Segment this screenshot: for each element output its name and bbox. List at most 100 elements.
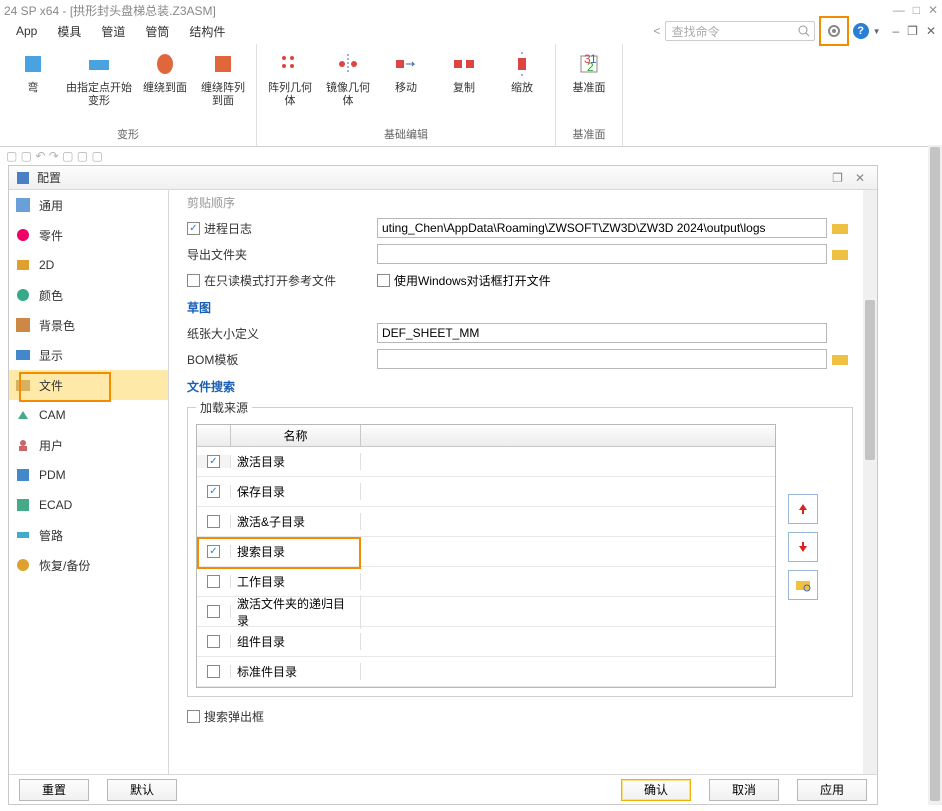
dropdown-icon[interactable]: ▼ <box>873 27 881 36</box>
mdi-close[interactable]: ✕ <box>924 24 938 38</box>
row-checkbox[interactable] <box>207 575 220 588</box>
window-controls: — □ ✕ <box>893 3 938 17</box>
sidebar-item-part[interactable]: 零件 <box>9 220 168 250</box>
table-row[interactable]: 工作目录 <box>197 567 775 597</box>
log-path-input[interactable] <box>377 218 827 238</box>
section-sketch: 草图 <box>187 299 853 316</box>
sidebar-item-ecad[interactable]: ECAD <box>9 490 168 520</box>
sidebar-item-general[interactable]: 通用 <box>9 190 168 220</box>
menu-pipe[interactable]: 管道 <box>91 23 135 40</box>
load-source-legend: 加载来源 <box>196 399 252 416</box>
table-row[interactable]: 激活&子目录 <box>197 507 775 537</box>
ok-button[interactable]: 确认 <box>621 779 691 801</box>
cancel-button[interactable]: 取消 <box>709 779 779 801</box>
reset-button[interactable]: 重置 <box>19 779 89 801</box>
dialog-title: 配置 <box>37 169 826 186</box>
apply-button[interactable]: 应用 <box>797 779 867 801</box>
sidebar-item-backup[interactable]: 恢复/备份 <box>9 550 168 580</box>
row-checkbox[interactable] <box>207 545 220 558</box>
maximize-icon[interactable]: □ <box>913 3 920 17</box>
ribbon-datum-plane[interactable]: 312基准面 <box>560 46 618 97</box>
ribbon-array-geom[interactable]: 阵列几何体 <box>261 46 319 110</box>
row-label: 激活文件夹的递归目录 <box>231 595 361 629</box>
sidebar-item-color[interactable]: 颜色 <box>9 280 168 310</box>
row-checkbox[interactable] <box>207 665 220 678</box>
table-header: 名称 <box>197 425 775 447</box>
sidebar-item-piping[interactable]: 管路 <box>9 520 168 550</box>
row-label: 标准件目录 <box>231 663 361 680</box>
table-row[interactable]: 组件目录 <box>197 627 775 657</box>
dialog-close-icon[interactable]: ✕ <box>849 171 871 185</box>
ribbon-mirror-geom[interactable]: 镜像几何体 <box>319 46 377 110</box>
row-checkbox[interactable] <box>207 605 220 618</box>
search-icon <box>798 25 810 37</box>
ribbon-scale[interactable]: 缩放 <box>493 46 551 110</box>
table-row[interactable]: 激活目录 <box>197 447 775 477</box>
row-search-popup: 搜索弹出框 <box>187 703 853 729</box>
move-up-button[interactable] <box>788 494 818 524</box>
row-label: 激活目录 <box>231 453 361 470</box>
menu-mold[interactable]: 模具 <box>47 23 91 40</box>
dialog-restore-icon[interactable]: ❐ <box>826 171 849 185</box>
sidebar-item-2d[interactable]: 2D <box>9 250 168 280</box>
mdi-restore[interactable]: ❐ <box>905 24 920 38</box>
sidebar-item-user[interactable]: 用户 <box>9 430 168 460</box>
log-checkbox[interactable] <box>187 222 200 235</box>
settings-button[interactable] <box>819 16 849 46</box>
row-checkbox[interactable] <box>207 515 220 528</box>
folder-icon[interactable] <box>832 353 848 365</box>
row-checkbox[interactable] <box>207 455 220 468</box>
ribbon-wrap-array[interactable]: 缠绕阵列到面 <box>194 46 252 110</box>
content-scrollbar[interactable] <box>863 190 877 774</box>
ecad-icon <box>15 497 31 513</box>
config-dialog: 配置 ❐ ✕ 通用 零件 2D 颜色 背景色 显示 文件 CAM 用户 PDM … <box>8 165 878 805</box>
config-sidebar: 通用 零件 2D 颜色 背景色 显示 文件 CAM 用户 PDM ECAD 管路… <box>9 190 169 774</box>
table-row[interactable]: 保存目录 <box>197 477 775 507</box>
user-icon <box>15 437 31 453</box>
table-row[interactable]: 标准件目录 <box>197 657 775 687</box>
folder-icon[interactable] <box>832 248 848 260</box>
ribbon-deform-point[interactable]: 由指定点开始变形 <box>62 46 136 110</box>
dialog-titlebar: 配置 ❐ ✕ <box>9 166 877 190</box>
help-button[interactable]: ? <box>853 23 869 39</box>
row-checkbox[interactable] <box>207 635 220 648</box>
paper-size-input[interactable] <box>377 323 827 343</box>
clipped-label: 剪贴顺序 <box>187 194 853 211</box>
menu-tube[interactable]: 管筒 <box>135 23 179 40</box>
ribbon-group-datum: 312基准面 基准面 <box>556 44 623 146</box>
ribbon-move[interactable]: 移动 <box>377 46 435 110</box>
windlg-checkbox[interactable] <box>377 274 390 287</box>
sidebar-item-cam[interactable]: CAM <box>9 400 168 430</box>
minimize-icon[interactable]: — <box>893 3 905 17</box>
ribbon-bend[interactable]: 弯 <box>4 46 62 110</box>
sidebar-item-file[interactable]: 文件 <box>9 370 168 400</box>
sidebar-item-pdm[interactable]: PDM <box>9 460 168 490</box>
display-icon <box>15 347 31 363</box>
search-popup-checkbox[interactable] <box>187 710 200 723</box>
menu-struct[interactable]: 结构件 <box>179 23 235 40</box>
row-checkbox[interactable] <box>207 485 220 498</box>
folder-icon[interactable] <box>832 222 848 234</box>
table-row[interactable]: 搜索目录 <box>197 537 775 567</box>
ribbon-group-edit: 阵列几何体 镜像几何体 移动 复制 缩放 基础编辑 <box>257 44 556 146</box>
default-button[interactable]: 默认 <box>107 779 177 801</box>
ribbon: 弯 由指定点开始变形 缠绕到面 缠绕阵列到面 变形 阵列几何体 镜像几何体 移动… <box>0 42 942 147</box>
bom-template-input[interactable] <box>377 349 827 369</box>
close-icon[interactable]: ✕ <box>928 3 938 17</box>
ribbon-wrap-face[interactable]: 缠绕到面 <box>136 46 194 110</box>
history-back-icon[interactable]: < <box>654 24 661 38</box>
ribbon-copy[interactable]: 复制 <box>435 46 493 110</box>
sidebar-item-display[interactable]: 显示 <box>9 340 168 370</box>
backup-icon <box>15 557 31 573</box>
main-scrollbar[interactable] <box>928 145 942 805</box>
menu-app[interactable]: App <box>6 24 47 38</box>
readonly-checkbox[interactable] <box>187 274 200 287</box>
search-input[interactable]: 查找命令 <box>665 21 815 41</box>
export-path-input[interactable] <box>377 244 827 264</box>
mdi-minimize[interactable]: – <box>890 24 901 38</box>
config-icon <box>15 170 31 186</box>
move-down-button[interactable] <box>788 532 818 562</box>
sidebar-item-bgcolor[interactable]: 背景色 <box>9 310 168 340</box>
table-row[interactable]: 激活文件夹的递归目录 <box>197 597 775 627</box>
browse-button[interactable] <box>788 570 818 600</box>
